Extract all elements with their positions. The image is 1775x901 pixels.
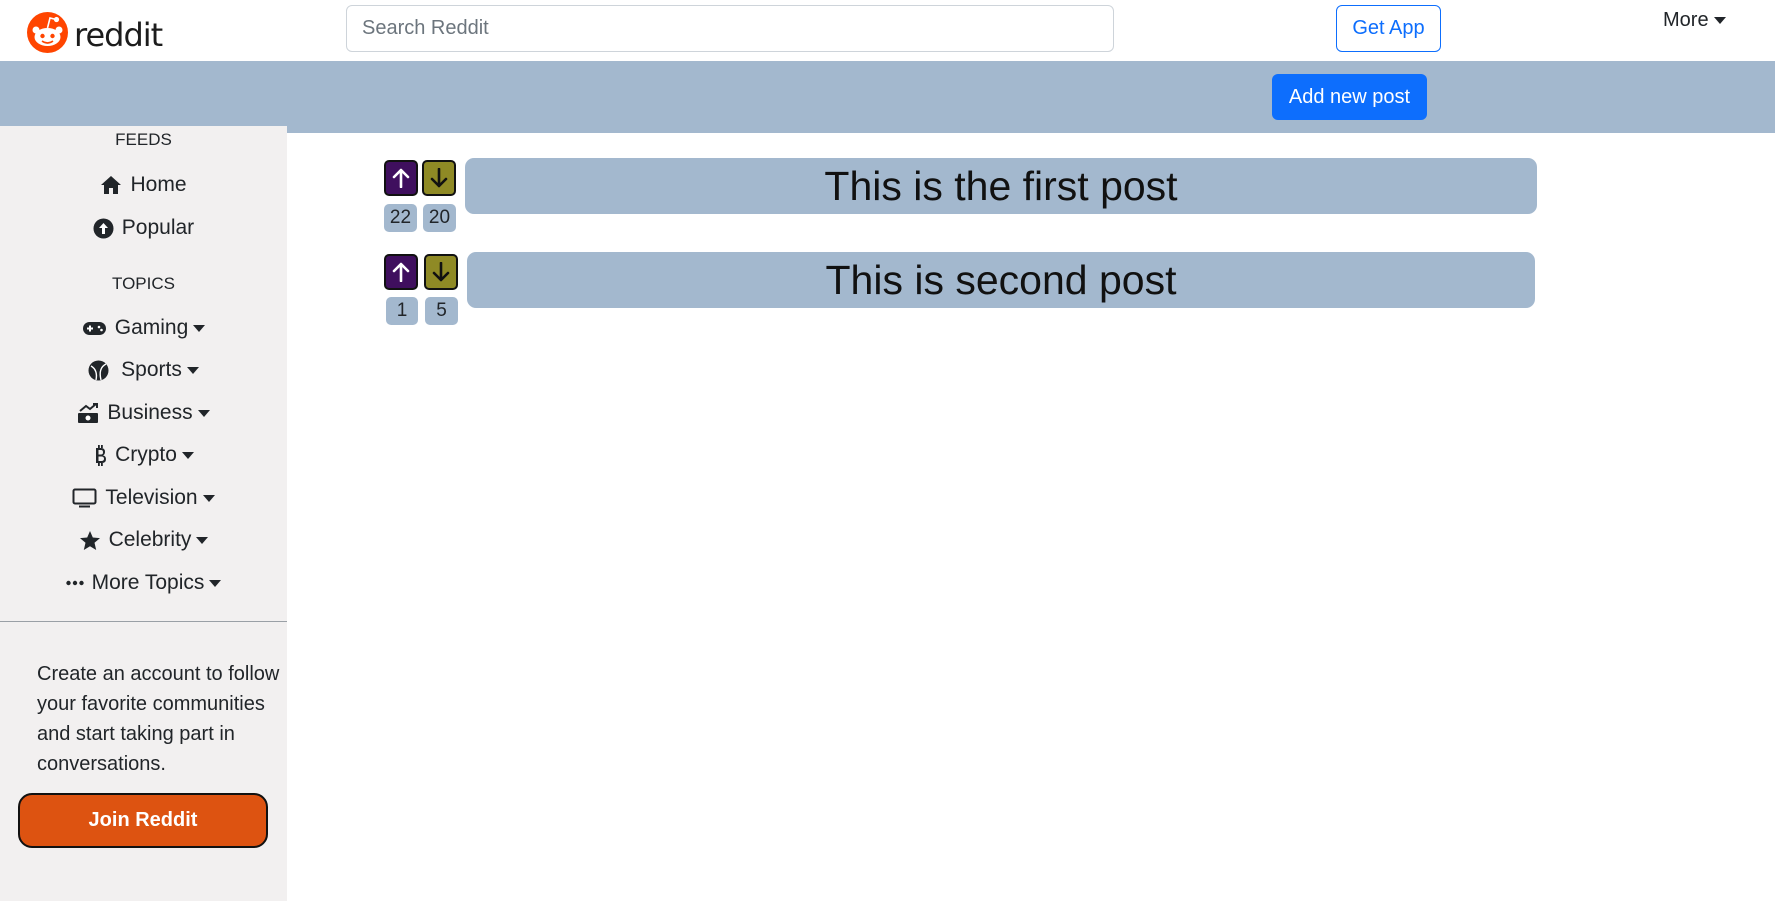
arrow-up-icon [392,168,410,188]
sidebar-item-label: Popular [121,216,195,239]
sidebar-item-label: Celebrity [108,528,192,551]
arrow-down-icon [432,262,450,282]
gamepad-icon [82,321,106,335]
more-dropdown[interactable]: More [1663,9,1726,32]
tv-icon [72,488,97,508]
sidebar-item-sports[interactable]: Sports [0,358,287,382]
reddit-logo-icon [27,12,68,53]
bitcoin-icon [96,444,107,466]
action-bar [0,61,1775,133]
get-app-button[interactable]: Get App [1336,5,1441,52]
top-navbar: reddit Get App More [0,0,1775,61]
sidebar-item-label: Gaming [114,316,189,339]
caret-down-icon [1713,17,1726,24]
sidebar-item-label: Crypto [115,443,177,466]
sidebar-item-business[interactable]: Business [0,401,287,425]
star-icon [79,530,100,550]
upvote-count: 1 [386,297,418,325]
post-title[interactable]: This is the first post [465,158,1537,214]
sidebar-item-more-topics[interactable]: More Topics [0,571,287,595]
sidebar-item-crypto[interactable]: Crypto [0,443,287,467]
arrow-up-icon [392,262,410,282]
join-reddit-button[interactable]: Join Reddit [18,793,268,848]
sidebar-item-label: Sports [121,358,182,381]
upvote-count: 22 [384,204,417,232]
sidebar-divider [0,621,287,622]
downvote-button[interactable] [424,254,458,290]
reddit-logo[interactable]: reddit [27,6,163,59]
sidebar-item-television[interactable]: Television [0,486,287,510]
upvote-button[interactable] [384,254,418,290]
sidebar-item-label: Business [107,401,193,424]
ellipsis-icon [65,580,84,586]
caret-down-icon [209,579,222,587]
ball-icon [88,360,109,380]
upvote-button[interactable] [384,160,418,196]
caret-down-icon [197,409,210,417]
downvote-button[interactable] [422,160,456,196]
caret-down-icon [186,366,199,374]
post-title[interactable]: This is second post [467,252,1535,308]
sidebar-item-label: More Topics [91,571,205,594]
arrow-down-icon [430,168,448,188]
caret-down-icon [202,494,215,502]
caret-down-icon [181,451,194,459]
caret-down-icon [193,324,206,332]
sidebar-item-celebrity[interactable]: Celebrity [0,528,287,552]
business-icon [78,402,99,423]
signup-promo-text: Create an account to follow your favorit… [37,663,280,775]
logo-wordmark: reddit [74,15,163,54]
caret-down-icon [196,536,209,544]
sidebar-item-home[interactable]: Home [0,173,287,197]
topics-title: TOPICS [112,274,175,293]
home-icon [101,176,122,194]
add-new-post-button[interactable]: Add new post [1272,74,1427,120]
feeds-title: FEEDS [115,130,172,149]
sidebar-item-popular[interactable]: Popular [0,216,287,240]
sidebar-item-label: Television [105,486,198,509]
popular-icon [93,218,114,238]
sidebar-item-gaming[interactable]: Gaming [0,316,287,340]
search-input[interactable] [346,5,1114,52]
sidebar: FEEDS Home Popular TOPICS Gaming Sports … [0,126,287,901]
downvote-count: 20 [423,204,456,232]
downvote-count: 5 [425,297,458,325]
sidebar-item-label: Home [130,173,187,196]
more-label: More [1663,9,1709,31]
